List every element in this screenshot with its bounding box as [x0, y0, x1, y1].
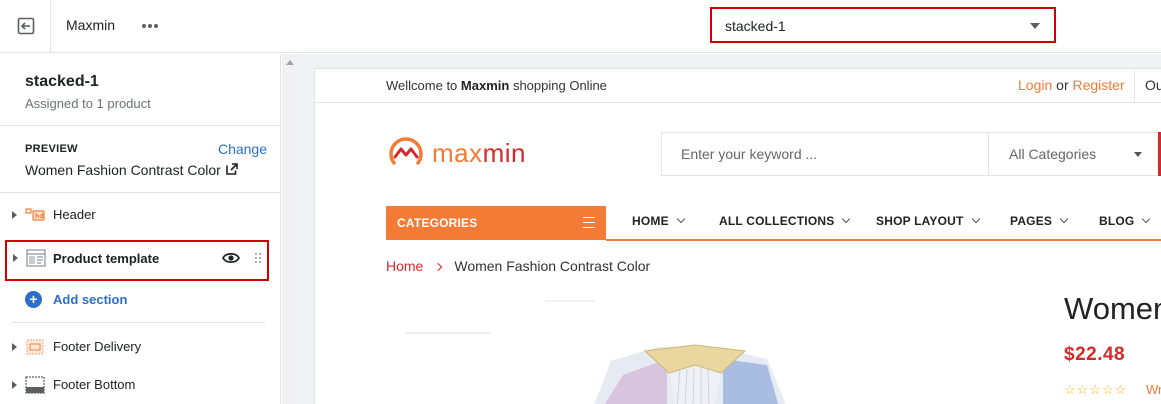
chevron-down-icon [971, 214, 980, 224]
divider [1134, 69, 1135, 103]
nav-home[interactable]: HOME [632, 214, 686, 228]
chevron-right-icon [434, 262, 443, 272]
header-section-icon: hd [25, 208, 45, 221]
section-label: Product template [53, 251, 160, 266]
caret-down-icon [1030, 23, 1040, 29]
store-topbar: Wellcome to Maxmin shopping Online Login… [315, 69, 1161, 103]
preview-label: PREVIEW [25, 143, 78, 155]
categories-label: CATEGORIES [397, 216, 478, 230]
expand-arrow-icon[interactable] [13, 254, 18, 262]
change-preview-link[interactable]: Change [218, 141, 267, 157]
sidebar-scrollbar[interactable] [282, 54, 297, 404]
drag-handle-icon[interactable] [254, 252, 262, 264]
categories-menu-button[interactable]: CATEGORIES [386, 206, 606, 240]
template-assignment: Assigned to 1 product [25, 96, 151, 111]
account-links: Login or Register [1018, 77, 1125, 93]
section-footer-bottom[interactable]: Footer Bottom [0, 367, 281, 403]
scroll-up-arrow-icon[interactable] [286, 60, 294, 65]
ellipsis-icon [142, 24, 158, 28]
template-section-icon [26, 249, 46, 267]
rating-stars[interactable]: ☆☆☆☆☆ [1064, 382, 1127, 398]
section-footer-delivery[interactable]: Footer Delivery [0, 329, 281, 365]
footer-delivery-icon [26, 339, 44, 355]
editor-topbar: Maxmin stacked-1 [0, 0, 1161, 53]
nav-underline [606, 239, 1161, 241]
product-price: $22.48 [1064, 344, 1126, 365]
chevron-down-icon [676, 214, 686, 224]
nav-shop-layout[interactable]: SHOP LAYOUT [876, 214, 980, 228]
more-actions-button[interactable] [138, 14, 162, 38]
section-label: Footer Bottom [53, 377, 136, 392]
add-section-label: Add section [53, 292, 128, 307]
register-link[interactable]: Register [1073, 77, 1125, 93]
expand-arrow-icon[interactable] [12, 211, 17, 219]
caret-down-icon [1134, 152, 1142, 157]
divider [0, 192, 281, 193]
expand-arrow-icon[interactable] [12, 343, 17, 351]
footer-bottom-icon [25, 376, 45, 394]
welcome-message: Wellcome to Maxmin shopping Online [386, 78, 607, 93]
plus-circle-icon: + [25, 291, 42, 308]
topbar-overflow-text[interactable]: Ou [1145, 77, 1161, 93]
store-preview-frame[interactable]: Wellcome to Maxmin shopping Online Login… [314, 68, 1161, 404]
sections-sidebar: stacked-1 Assigned to 1 product PREVIEW … [0, 54, 281, 404]
template-title: stacked-1 [25, 73, 99, 90]
search-input[interactable]: Enter your keyword ... [681, 146, 817, 162]
chevron-down-icon [1142, 214, 1151, 224]
exit-icon [17, 17, 35, 35]
section-label: Header [53, 207, 96, 222]
login-link[interactable]: Login [1018, 77, 1052, 93]
breadcrumb: Home Women Fashion Contrast Color [386, 258, 650, 274]
external-link-icon[interactable] [226, 163, 238, 175]
divider [0, 125, 281, 126]
section-header[interactable]: hd Header [0, 197, 281, 233]
or-text: or [1056, 77, 1069, 93]
breadcrumb-current: Women Fashion Contrast Color [454, 258, 651, 274]
divider [12, 322, 265, 323]
chevron-down-icon [1059, 214, 1069, 224]
section-label: Footer Delivery [53, 339, 142, 354]
logo-wordmark: maxmin [432, 138, 527, 168]
store-name: Maxmin [66, 17, 116, 33]
write-review-link[interactable]: Wr [1146, 382, 1161, 397]
topbar-divider [50, 0, 51, 53]
nav-all-collections[interactable]: ALL COLLECTIONS [719, 214, 851, 228]
preview-product-name: Women Fashion Contrast Color [25, 162, 221, 178]
template-select-value: stacked-1 [725, 18, 786, 34]
store-search: Enter your keyword ... All Categories [661, 132, 1161, 176]
chevron-down-icon [842, 214, 851, 224]
expand-arrow-icon[interactable] [12, 381, 17, 389]
product-image[interactable] [375, 299, 875, 404]
divider [988, 133, 989, 175]
template-select[interactable]: stacked-1 [710, 7, 1056, 43]
search-category-select[interactable]: All Categories [1009, 146, 1096, 162]
breadcrumb-home-link[interactable]: Home [386, 258, 423, 274]
eye-icon[interactable] [222, 251, 240, 265]
svg-text:hd: hd [35, 213, 44, 220]
hamburger-icon [583, 217, 595, 229]
section-product-template[interactable]: Product template [5, 240, 269, 281]
product-title: Women [1064, 291, 1161, 326]
exit-editor-button[interactable] [14, 14, 38, 38]
nav-blog[interactable]: BLOG [1099, 214, 1151, 228]
nav-pages[interactable]: PAGES [1010, 214, 1069, 228]
maxmin-logo-icon [389, 137, 423, 165]
